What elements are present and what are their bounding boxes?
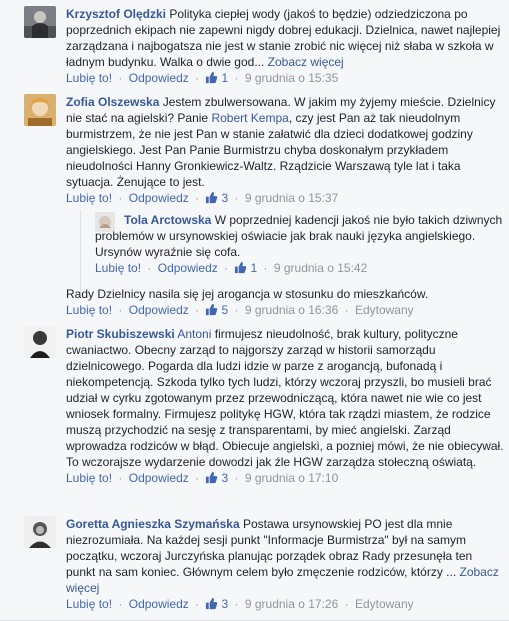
mention-link[interactable]: Antoni [177, 327, 211, 341]
timestamp[interactable]: 9 grudnia o 15:35 [245, 71, 338, 85]
comment-actions: Lubię to! · Odpowiedz · 3 · 9 grudnia o … [66, 471, 339, 485]
user-avatar-icon [24, 6, 56, 38]
like-count[interactable]: 3 [221, 471, 228, 485]
avatar[interactable] [24, 94, 56, 126]
like-button[interactable]: Lubię to! [95, 261, 141, 275]
reply-button[interactable]: Odpowiedz [158, 261, 218, 275]
reply-button[interactable]: Odpowiedz [129, 597, 189, 611]
comment-actions: Lubię to! · Odpowiedz · 5 · 9 grudnia o … [66, 303, 414, 317]
user-avatar-icon [24, 516, 56, 548]
like-count[interactable]: 3 [221, 597, 228, 611]
comment-actions: Lubię to! · Odpowiedz · 1 · 9 grudnia o … [95, 261, 368, 275]
user-avatar-icon [24, 326, 56, 358]
comment-content: Rady Dzielnicy nasila się jej arogancja … [66, 287, 429, 301]
like-button[interactable]: Lubię to! [66, 471, 112, 485]
comment: Zofia Olszewska Jestem zbulwersowana. W … [24, 94, 504, 214]
author-name[interactable]: Piotr Skubiszewski [66, 327, 175, 341]
reply-comment: Tola Arctowska W poprzedniej kadencji ja… [95, 212, 504, 278]
comment-text: Piotr Skubiszewski Antoni firmujesz nieu… [66, 326, 504, 470]
comment-content: firmujesz nieudolność, brak kultury, pol… [66, 327, 504, 469]
like-count[interactable]: 5 [221, 303, 228, 317]
like-count[interactable]: 1 [250, 261, 257, 275]
reply-button[interactable]: Odpowiedz [129, 471, 189, 485]
avatar[interactable] [24, 6, 56, 38]
comments-thread: Krzysztof Olędzki Polityka ciepłej wody … [0, 0, 509, 621]
like-button[interactable]: Lubię to! [66, 71, 112, 85]
reply-button[interactable]: Odpowiedz [129, 191, 189, 205]
timestamp[interactable]: 9 grudnia o 17:26 [245, 597, 338, 611]
author-name[interactable]: Goretta Agnieszka Szymańska [66, 517, 240, 531]
comment-actions: Lubię to! · Odpowiedz · 1 · 9 grudnia o … [66, 71, 339, 85]
comment-actions: Lubię to! · Odpowiedz · 3 · 9 grudnia o … [66, 597, 414, 611]
author-name[interactable]: Krzysztof Olędzki [66, 7, 166, 21]
comment: Rady Dzielnicy nasila się jej arogancja … [66, 286, 504, 322]
thumbs-up-icon [235, 261, 247, 274]
comment-text: Tola Arctowska W poprzedniej kadencji ja… [95, 212, 504, 260]
like-button[interactable]: Lubię to! [66, 597, 112, 611]
like-count[interactable]: 3 [221, 191, 228, 205]
thumbs-up-icon [206, 597, 218, 610]
thumbs-up-icon [206, 191, 218, 204]
mention-link[interactable]: Robert Kempa [211, 111, 288, 125]
comment-text: Goretta Agnieszka Szymańska Postawa ursy… [66, 516, 504, 596]
timestamp[interactable]: 9 grudnia o 17:10 [245, 471, 338, 485]
thumbs-up-icon [206, 71, 218, 84]
see-more-link[interactable]: Zobacz więcej [268, 55, 344, 69]
author-name[interactable]: Zofia Olszewska [66, 95, 159, 109]
author-name[interactable]: Tola Arctowska [124, 213, 211, 227]
reply-thread-line [80, 210, 81, 292]
reply-button[interactable]: Odpowiedz [129, 71, 189, 85]
comment-text: Zofia Olszewska Jestem zbulwersowana. W … [66, 94, 504, 190]
avatar[interactable] [24, 516, 56, 548]
timestamp[interactable]: 9 grudnia o 16:36 [245, 303, 338, 317]
comment: Piotr Skubiszewski Antoni firmujesz nieu… [24, 326, 504, 506]
comment: Goretta Agnieszka Szymańska Postawa ursy… [24, 516, 504, 616]
avatar[interactable] [24, 326, 56, 358]
user-avatar-icon [24, 94, 56, 126]
comment: Krzysztof Olędzki Polityka ciepłej wody … [24, 6, 504, 90]
comment-actions: Lubię to! · Odpowiedz · 3 · 9 grudnia o … [66, 191, 339, 205]
like-button[interactable]: Lubię to! [66, 191, 112, 205]
comment-text: Krzysztof Olędzki Polityka ciepłej wody … [66, 6, 504, 70]
thumbs-up-icon [206, 303, 218, 316]
like-count[interactable]: 1 [221, 71, 228, 85]
timestamp[interactable]: 9 grudnia o 15:42 [274, 261, 367, 275]
thumbs-up-icon [206, 471, 218, 484]
reply-button[interactable]: Odpowiedz [129, 303, 189, 317]
like-button[interactable]: Lubię to! [66, 303, 112, 317]
timestamp[interactable]: 9 grudnia o 15:37 [245, 191, 338, 205]
edited-label[interactable]: Edytowany [355, 303, 414, 317]
edited-label[interactable]: Edytowany [355, 597, 414, 611]
